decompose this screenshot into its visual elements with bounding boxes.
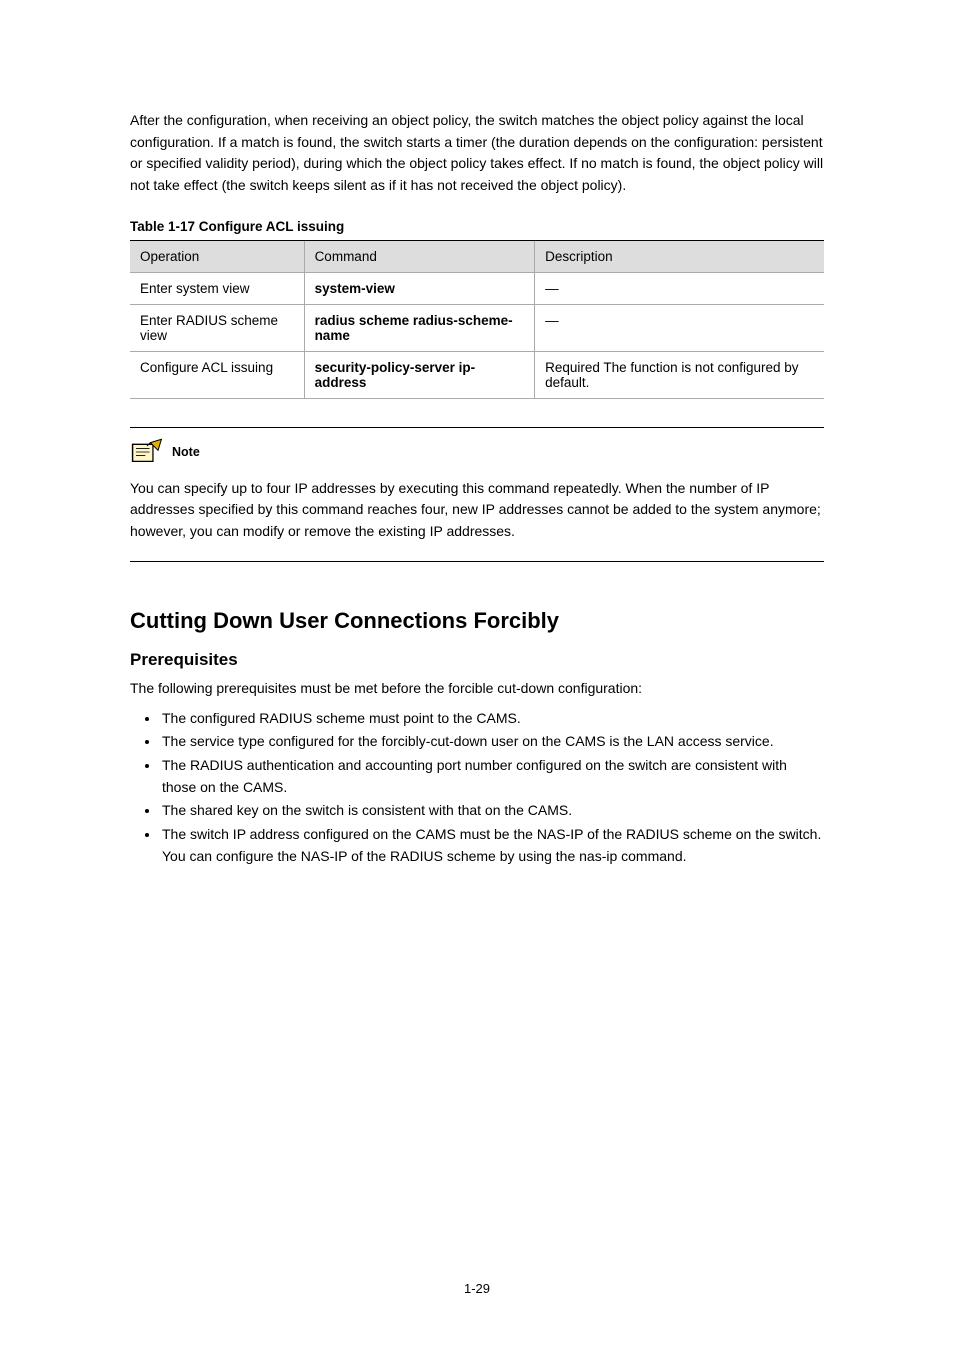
note-text: You can specify up to four IP addresses … bbox=[130, 478, 824, 543]
table-header-row: Operation Command Description bbox=[130, 240, 824, 272]
note-icon bbox=[130, 438, 164, 466]
table-row: Enter system view system-view — bbox=[130, 272, 824, 304]
cell-command: system-view bbox=[304, 272, 535, 304]
cell-description: — bbox=[535, 272, 824, 304]
list-item: The service type configured for the forc… bbox=[160, 731, 824, 753]
command-table: Operation Command Description Enter syst… bbox=[130, 240, 824, 399]
cell-command: radius scheme radius-scheme-name bbox=[304, 304, 535, 351]
cell-description: — bbox=[535, 304, 824, 351]
page-number: 1-29 bbox=[0, 1281, 954, 1296]
table-title: Table 1-17 Configure ACL issuing bbox=[130, 219, 824, 234]
note-header: Note bbox=[130, 438, 824, 466]
table-header-description: Description bbox=[535, 240, 824, 272]
table-row: Enter RADIUS scheme view radius scheme r… bbox=[130, 304, 824, 351]
list-item: The RADIUS authentication and accounting… bbox=[160, 755, 824, 798]
note-block: Note You can specify up to four IP addre… bbox=[130, 427, 824, 562]
list-item: The configured RADIUS scheme must point … bbox=[160, 708, 824, 730]
table-header-operation: Operation bbox=[130, 240, 304, 272]
prereq-intro: The following prerequisites must be met … bbox=[130, 678, 824, 700]
cell-description: Required The function is not configured … bbox=[535, 351, 824, 398]
note-label: Note bbox=[172, 445, 200, 459]
cell-operation: Enter RADIUS scheme view bbox=[130, 304, 304, 351]
cell-operation: Enter system view bbox=[130, 272, 304, 304]
cell-operation: Configure ACL issuing bbox=[130, 351, 304, 398]
list-item: The shared key on the switch is consiste… bbox=[160, 800, 824, 822]
cell-command: security-policy-server ip-address bbox=[304, 351, 535, 398]
list-item: The switch IP address configured on the … bbox=[160, 824, 824, 867]
table-row: Configure ACL issuing security-policy-se… bbox=[130, 351, 824, 398]
section-heading: Cutting Down User Connections Forcibly bbox=[130, 608, 824, 634]
prereq-list: The configured RADIUS scheme must point … bbox=[160, 708, 824, 868]
page-container: After the configuration, when receiving … bbox=[0, 0, 954, 1350]
table-header-command: Command bbox=[304, 240, 535, 272]
intro-paragraph: After the configuration, when receiving … bbox=[130, 110, 824, 197]
subsection-heading: Prerequisites bbox=[130, 650, 824, 670]
